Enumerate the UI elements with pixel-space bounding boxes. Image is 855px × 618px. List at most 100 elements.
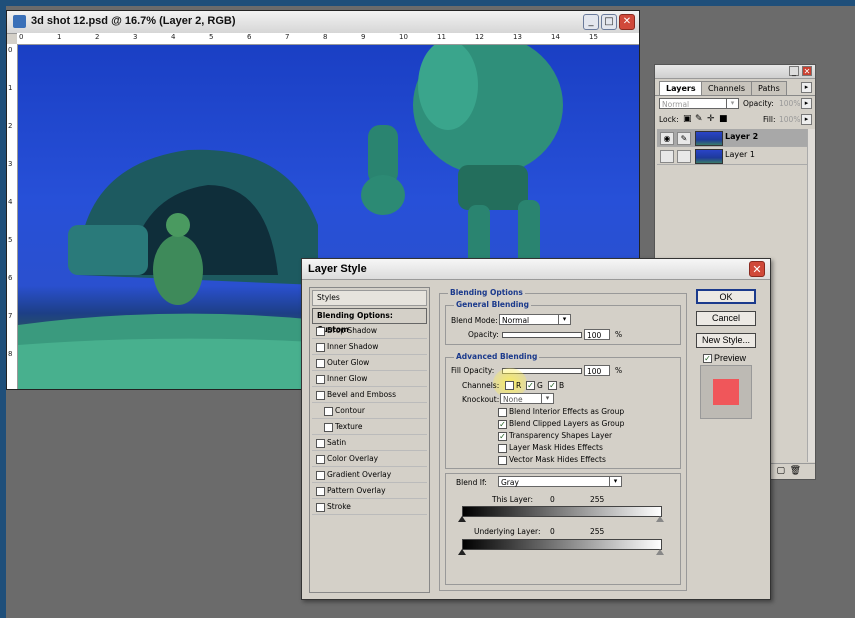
style-satin[interactable]: Satin bbox=[312, 436, 427, 451]
lock-transparency-icon[interactable]: ▣ bbox=[683, 114, 692, 124]
checkbox[interactable]: ✓ bbox=[498, 431, 507, 441]
style-outer-glow[interactable]: Outer Glow bbox=[312, 356, 427, 371]
option-layer-mask-hides[interactable]: Layer Mask Hides Effects bbox=[498, 443, 624, 455]
style-bevel-emboss[interactable]: Bevel and Emboss bbox=[312, 388, 427, 403]
checkbox[interactable] bbox=[316, 470, 325, 480]
layers-scrollbar[interactable] bbox=[807, 129, 815, 462]
tab-paths[interactable]: Paths bbox=[751, 81, 787, 95]
trash-icon[interactable]: 🗑 bbox=[790, 466, 801, 476]
style-color-overlay[interactable]: Color Overlay bbox=[312, 452, 427, 467]
style-stroke[interactable]: Stroke bbox=[312, 500, 427, 515]
new-style-button[interactable]: New Style... bbox=[696, 333, 756, 348]
palette-close-button[interactable]: ✕ bbox=[802, 66, 812, 76]
horizontal-ruler[interactable]: 0 1 2 3 4 5 6 7 8 9 10 11 12 13 14 15 bbox=[17, 33, 639, 45]
pod-engine bbox=[68, 225, 148, 275]
brush-icon[interactable]: ✎ bbox=[677, 132, 691, 145]
option-transparency-shapes[interactable]: ✓ Transparency Shapes Layer bbox=[498, 431, 624, 443]
palette-minimize-button[interactable]: _ bbox=[789, 66, 799, 76]
opacity-input[interactable]: 100 bbox=[584, 329, 610, 340]
fill-arrow-icon[interactable]: ▸ bbox=[801, 114, 812, 125]
link-icon[interactable] bbox=[677, 150, 691, 163]
this-layer-right-slider[interactable] bbox=[656, 516, 664, 522]
fill-value[interactable]: 100% bbox=[779, 115, 800, 124]
layer-opacity-value[interactable]: 100% bbox=[779, 99, 800, 108]
channel-b-checkbox[interactable]: ✓ bbox=[548, 381, 557, 390]
blend-if-select[interactable]: Gray ▾ bbox=[498, 476, 622, 487]
option-blend-clipped[interactable]: ✓ Blend Clipped Layers as Group bbox=[498, 419, 624, 431]
ruler-h-tick: 0 bbox=[19, 33, 24, 41]
layer-thumbnail bbox=[695, 131, 723, 146]
lock-move-icon[interactable]: ✛ bbox=[707, 114, 715, 124]
style-contour[interactable]: Contour bbox=[312, 404, 427, 419]
layer-lock-row: Lock: ▣ ✎ ✛ ■ Fill: 100% ▸ bbox=[655, 112, 815, 128]
fill-opacity-input[interactable]: 100 bbox=[584, 365, 610, 376]
this-layer-left-slider[interactable] bbox=[458, 516, 466, 522]
layers-palette-titlebar[interactable]: _ ✕ bbox=[655, 65, 815, 79]
eye-icon[interactable] bbox=[660, 150, 674, 163]
style-inner-shadow[interactable]: Inner Shadow bbox=[312, 340, 427, 355]
style-drop-shadow[interactable]: Drop Shadow bbox=[312, 324, 427, 339]
lock-all-icon[interactable]: ■ bbox=[719, 114, 728, 124]
tab-channels[interactable]: Channels bbox=[701, 81, 753, 95]
underlying-right-slider[interactable] bbox=[656, 549, 664, 555]
close-button[interactable]: ✕ bbox=[619, 14, 635, 30]
channel-g-checkbox[interactable]: ✓ bbox=[526, 381, 535, 390]
styles-header[interactable]: Styles bbox=[312, 290, 427, 306]
option-vector-mask-hides[interactable]: Vector Mask Hides Effects bbox=[498, 455, 624, 467]
opacity-arrow-icon[interactable]: ▸ bbox=[801, 98, 812, 109]
checkbox[interactable] bbox=[316, 502, 325, 512]
underlying-left-slider[interactable] bbox=[458, 549, 466, 555]
checkbox[interactable] bbox=[324, 422, 333, 432]
this-layer-min: 0 bbox=[550, 495, 555, 504]
checkbox[interactable]: ✓ bbox=[703, 354, 712, 364]
dialog-close-button[interactable]: ✕ bbox=[749, 261, 765, 277]
layer-blend-mode-select[interactable]: Normal ▾ bbox=[659, 98, 739, 109]
checkbox[interactable] bbox=[316, 486, 325, 496]
style-pattern-overlay[interactable]: Pattern Overlay bbox=[312, 484, 427, 499]
style-texture[interactable]: Texture bbox=[312, 420, 427, 435]
document-titlebar[interactable]: 3d shot 12.psd @ 16.7% (Layer 2, RGB) _ … bbox=[7, 11, 639, 34]
option-blend-interior[interactable]: Blend Interior Effects as Group bbox=[498, 407, 624, 419]
blend-mode-select[interactable]: Normal ▾ bbox=[499, 314, 571, 325]
checkbox[interactable] bbox=[316, 342, 325, 352]
layer-row-layer-1[interactable]: Layer 1 bbox=[657, 147, 807, 165]
style-inner-glow[interactable]: Inner Glow bbox=[312, 372, 427, 387]
layer-blend-row: Normal ▾ Opacity: 100% ▸ bbox=[655, 96, 815, 112]
checkbox[interactable]: ✓ bbox=[498, 419, 507, 429]
checkbox[interactable] bbox=[316, 454, 325, 464]
style-blending-options[interactable]: Blending Options: Custom bbox=[312, 308, 427, 334]
checkbox[interactable] bbox=[498, 407, 507, 417]
checkbox[interactable] bbox=[316, 326, 325, 336]
checkbox[interactable] bbox=[498, 455, 507, 465]
ruler-h-tick: 12 bbox=[475, 33, 484, 41]
palette-menu-arrow-icon[interactable]: ▸ bbox=[801, 82, 812, 93]
channel-r-checkbox[interactable] bbox=[505, 381, 514, 390]
lock-brush-icon[interactable]: ✎ bbox=[695, 114, 703, 124]
ok-button[interactable]: OK bbox=[696, 289, 756, 304]
tab-layers[interactable]: Layers bbox=[659, 81, 703, 95]
preview-toggle[interactable]: ✓ Preview bbox=[703, 353, 746, 364]
maximize-button[interactable]: □ bbox=[601, 14, 617, 30]
layer-row-layer-2[interactable]: ◉ ✎ Layer 2 bbox=[657, 129, 807, 147]
preview-color bbox=[713, 379, 739, 405]
opacity-slider[interactable] bbox=[502, 332, 582, 338]
ruler-v-tick: 2 bbox=[8, 122, 13, 130]
dialog-titlebar[interactable]: Layer Style ✕ bbox=[302, 259, 770, 280]
knockout-select[interactable]: None ▾ bbox=[500, 393, 554, 404]
checkbox[interactable] bbox=[316, 390, 325, 400]
checkbox[interactable] bbox=[324, 406, 333, 416]
layer-thumbnail bbox=[695, 149, 723, 164]
checkbox[interactable] bbox=[498, 443, 507, 453]
vertical-ruler[interactable]: 0 1 2 3 4 5 6 7 8 bbox=[7, 44, 18, 389]
ruler-v-tick: 5 bbox=[8, 236, 13, 244]
checkbox[interactable] bbox=[316, 358, 325, 368]
checkbox[interactable] bbox=[316, 374, 325, 384]
layer-style-dialog[interactable]: Layer Style ✕ Styles Blending Options: C… bbox=[301, 258, 771, 600]
eye-icon[interactable]: ◉ bbox=[660, 132, 674, 145]
style-gradient-overlay[interactable]: Gradient Overlay bbox=[312, 468, 427, 483]
ruler-h-tick: 15 bbox=[589, 33, 598, 41]
new-layer-icon[interactable]: ▢ bbox=[776, 466, 785, 476]
minimize-button[interactable]: _ bbox=[583, 14, 599, 30]
cancel-button[interactable]: Cancel bbox=[696, 311, 756, 326]
checkbox[interactable] bbox=[316, 438, 325, 448]
